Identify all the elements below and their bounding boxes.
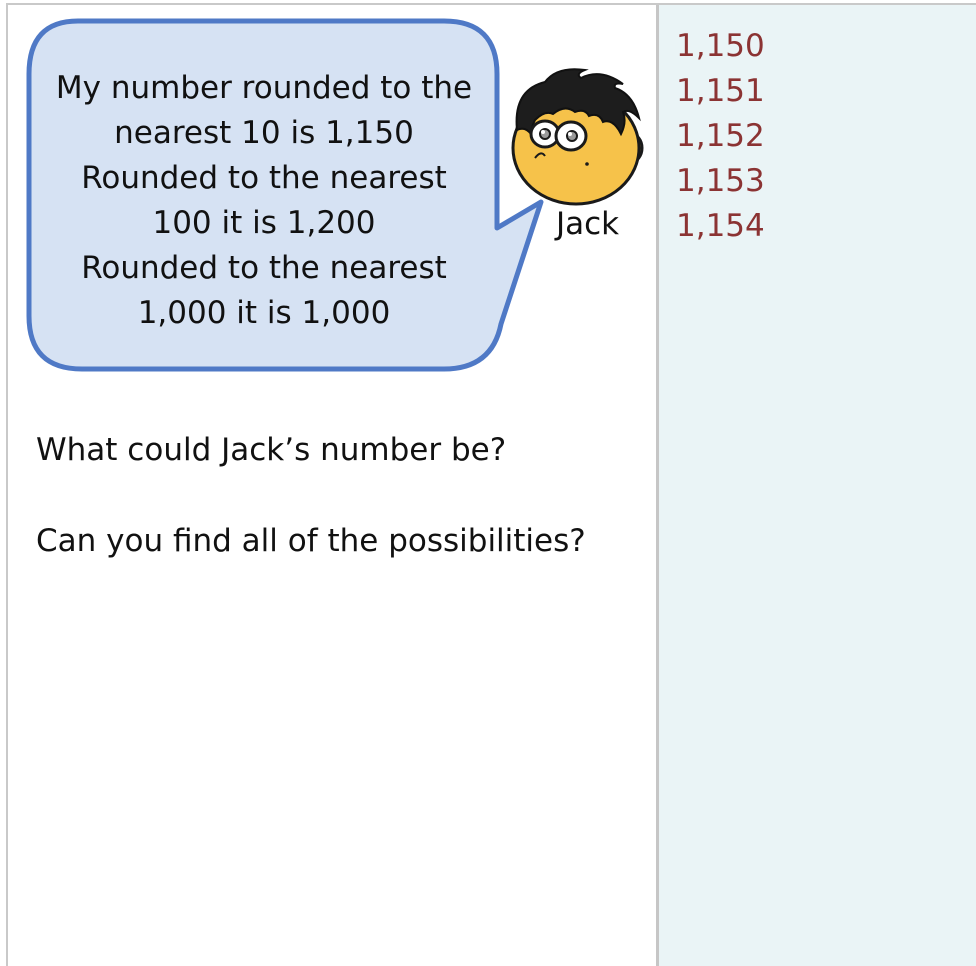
answer-item: 1,151: [676, 73, 765, 109]
question-text: What could Jack’s number be?: [36, 432, 507, 468]
speech-line: nearest 10 is 1,150: [114, 115, 414, 151]
character-name: Jack: [556, 206, 620, 242]
speech-line: 100 it is 1,200: [152, 205, 376, 241]
speech-bubble-text: My number rounded to the nearest 10 is 1…: [40, 66, 488, 336]
speech-line: 1,000 it is 1,000: [137, 295, 391, 331]
answer-item: 1,150: [676, 28, 765, 64]
question-text: Can you find all of the possibilities?: [36, 523, 586, 559]
answer-item: 1,153: [676, 163, 765, 199]
speech-line: My number rounded to the: [55, 70, 473, 106]
character-avatar: [511, 68, 644, 206]
answer-item: 1,154: [676, 208, 765, 244]
speech-line: Rounded to the nearest: [81, 160, 447, 196]
answer-list: 1,150 1,151 1,152 1,153 1,154: [676, 24, 765, 249]
speech-line: Rounded to the nearest: [81, 250, 447, 286]
answer-item: 1,152: [676, 118, 765, 154]
